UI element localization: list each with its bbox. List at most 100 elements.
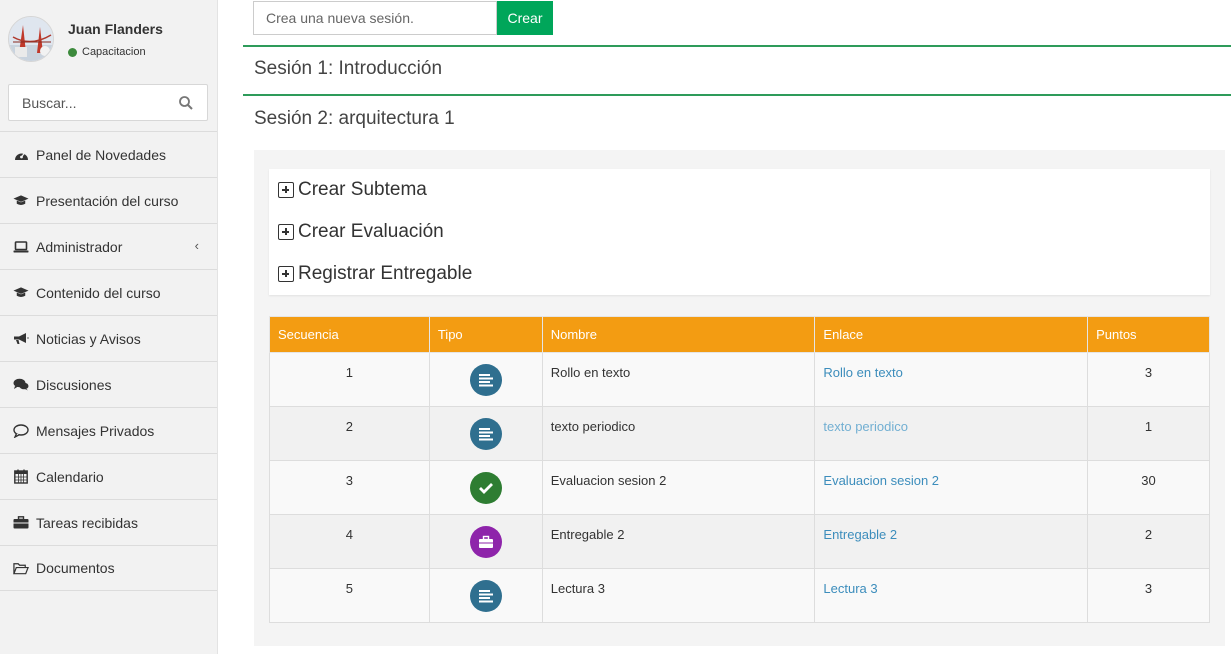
create-evaluation-label: Crear Evaluación [298,221,444,242]
column-header-nombre: Nombre [541,316,816,353]
sidebar-item-documentos[interactable]: Documentos [0,545,217,591]
cell-enlace: texto periodico [814,406,1089,461]
sidebar-item-mensajes-privados[interactable]: Mensajes Privados [0,407,217,453]
cell-secuencia: 5 [269,568,430,623]
sidebar-item-contenido-del-curso[interactable]: Contenido del curso [0,269,217,315]
laptop-icon [13,239,29,255]
create-subtopic-link[interactable]: Crear Subtema [278,179,427,201]
cell-secuencia: 3 [269,460,430,515]
item-link[interactable]: Entregable 2 [823,527,897,542]
cell-enlace: Entregable 2 [814,514,1089,569]
sidebar-item-label: Calendario [36,468,104,485]
item-link[interactable]: Evaluacion sesion 2 [823,473,939,488]
cell-enlace: Rollo en texto [814,352,1089,407]
briefcase-icon [469,526,502,558]
cell-tipo [428,352,543,407]
cell-tipo [428,568,543,623]
reading-icon [469,418,502,450]
check-icon [469,472,502,504]
sidebar-item-presentacion-del-curso[interactable]: Presentación del curso [0,177,217,223]
sidebar-item-administrador[interactable]: Administrador ‹ [0,223,217,269]
create-evaluation-link[interactable]: Crear Evaluación [278,221,444,243]
session-actions: Crear Subtema Crear Evaluación Registrar… [269,169,1210,295]
create-subtopic-label: Crear Subtema [298,179,427,200]
comment-icon [13,423,29,439]
table-row: 5 Lectura 3 Lectura 3 3 [269,568,1210,623]
online-status-icon [68,47,77,57]
calendar-icon [13,469,29,485]
cell-puntos: 1 [1087,406,1210,461]
sidebar-item-calendario[interactable]: Calendario [0,453,217,499]
cell-nombre: Entregable 2 [541,514,816,569]
session-header[interactable]: Sesión 2: arquitectura 1 [243,94,1231,142]
cell-secuencia: 4 [269,514,430,569]
column-header-enlace: Enlace [814,316,1089,353]
main-content: Crear Sesión 1: Introducción Sesión 2: a… [232,0,1231,654]
cell-puntos: 30 [1087,460,1210,515]
sidebar-item-label: Tareas recibidas [36,514,138,531]
user-status-label: Capacitacion [82,46,146,58]
cell-nombre: Lectura 3 [541,568,816,623]
dashboard-icon [13,147,29,163]
item-link[interactable]: texto periodico [823,419,908,434]
sidebar-item-noticias-y-avisos[interactable]: Noticias y Avisos [0,315,217,361]
cell-enlace: Lectura 3 [814,568,1089,623]
register-deliverable-link[interactable]: Registrar Entregable [278,263,472,285]
sidebar-item-label: Documentos [36,560,115,576]
cell-nombre: texto periodico [541,406,816,461]
cell-puntos: 2 [1087,514,1210,569]
sidebar-item-label: Mensajes Privados [36,422,155,439]
cell-nombre: Evaluacion sesion 2 [541,460,816,515]
cell-tipo [428,406,543,461]
cell-enlace: Evaluacion sesion 2 [814,460,1089,515]
cell-puntos: 3 [1087,352,1210,407]
user-status: Capacitacion [68,46,146,58]
sidebar-item-label: Presentación del curso [36,192,179,209]
column-header-tipo: Tipo [428,316,543,353]
comments-icon [13,377,29,393]
user-name: Juan Flanders [68,21,163,37]
plus-square-icon [278,182,294,198]
new-session-form: Crear [253,1,553,35]
item-link[interactable]: Rollo en texto [823,365,903,380]
table-row: 2 texto periodico texto periodico 1 [269,406,1210,461]
table-row: 4 Entregable 2 Entregable 2 2 [269,514,1210,569]
sidebar-item-label: Administrador [36,238,123,255]
bullhorn-icon [13,331,29,347]
column-header-puntos: Puntos [1087,316,1210,353]
cell-nombre: Rollo en texto [541,352,816,407]
sidebar-item-panel-de-novedades[interactable]: Panel de Novedades [0,131,217,177]
sidebar-search [8,84,208,121]
chevron-left-icon: ‹ [194,238,199,253]
table-row: 1 Rollo en texto Rollo en texto 3 [269,352,1210,407]
reading-icon [469,580,502,612]
sidebar: Juan Flanders Capacitacion Panel de Nove… [0,0,218,654]
user-panel: Juan Flanders Capacitacion [0,0,217,78]
session-body: Crear Subtema Crear Evaluación Registrar… [254,150,1225,646]
session-items-table: Secuencia Tipo Nombre Enlace Puntos 1 Ro… [269,316,1210,623]
plus-square-icon [278,224,294,240]
cell-tipo [428,460,543,515]
item-link[interactable]: Lectura 3 [823,581,877,596]
column-header-secuencia: Secuencia [269,316,430,353]
graduation-cap-icon [13,285,29,301]
table-row: 3 Evaluacion sesion 2 Evaluacion sesion … [269,460,1210,515]
sidebar-menu: Panel de Novedades Presentación del curs… [0,131,217,591]
avatar[interactable] [8,16,54,62]
search-icon[interactable] [178,95,194,111]
reading-icon [469,364,502,396]
cell-tipo [428,514,543,569]
sidebar-item-label: Noticias y Avisos [36,330,141,347]
folder-open-icon [13,560,29,576]
cell-secuencia: 2 [269,406,430,461]
sidebar-item-tareas-recibidas[interactable]: Tareas recibidas [0,499,217,545]
session-header[interactable]: Sesión 1: Introducción [243,45,1231,93]
register-deliverable-label: Registrar Entregable [298,263,473,284]
sidebar-item-discusiones[interactable]: Discusiones [0,361,217,407]
search-input[interactable] [9,85,169,120]
sidebar-item-label: Panel de Novedades [36,146,166,163]
cell-puntos: 3 [1087,568,1210,623]
new-session-input[interactable] [253,1,497,35]
create-session-button[interactable]: Crear [497,1,553,35]
table-header-row: Secuencia Tipo Nombre Enlace Puntos [269,316,1210,353]
